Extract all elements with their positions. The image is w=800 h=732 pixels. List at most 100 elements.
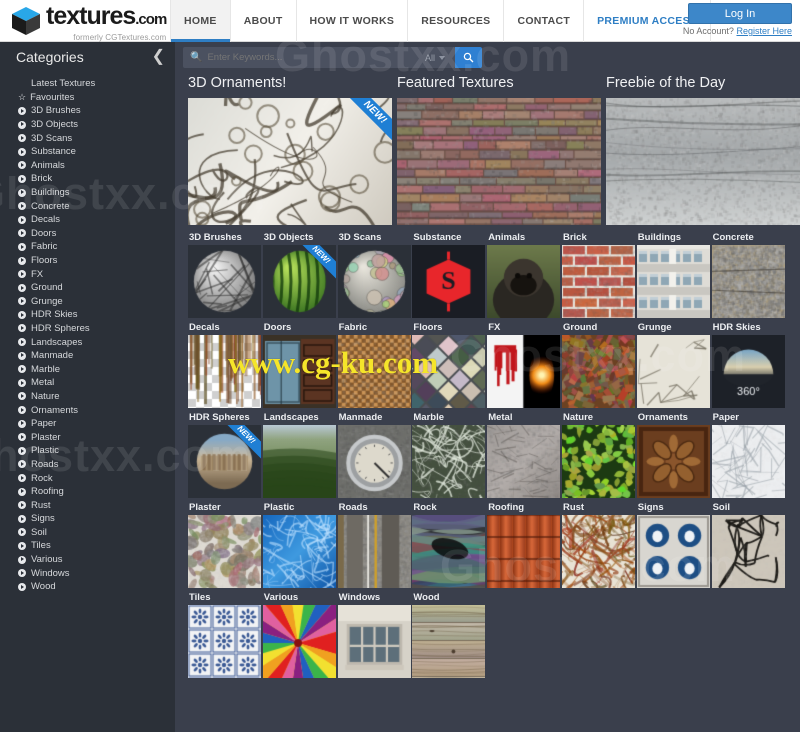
category-tile-image[interactable] [637, 335, 710, 408]
category-tile[interactable]: Various [263, 591, 337, 678]
category-tile-image[interactable] [412, 515, 485, 588]
category-tile[interactable]: HDR Skies [712, 321, 786, 408]
category-tile-image[interactable] [338, 245, 411, 318]
category-tile[interactable]: Soil [712, 501, 786, 588]
sidebar-item-doors[interactable]: Doors [0, 227, 175, 241]
sidebar-item-ground[interactable]: Ground [0, 281, 175, 295]
category-tile-image[interactable] [263, 425, 336, 498]
category-tile[interactable]: Signs [637, 501, 711, 588]
category-tile[interactable]: Doors [263, 321, 337, 408]
feature-image[interactable] [606, 98, 800, 225]
category-tile-image[interactable] [712, 425, 785, 498]
category-tile[interactable]: Concrete [712, 231, 786, 318]
sidebar-item-landscapes[interactable]: Landscapes [0, 335, 175, 349]
category-tile[interactable]: Plastic [263, 501, 337, 588]
category-tile[interactable]: Metal [487, 411, 561, 498]
category-tile[interactable]: Ground [562, 321, 636, 408]
category-tile[interactable]: Animals [487, 231, 561, 318]
category-tile[interactable]: Plaster [188, 501, 262, 588]
category-tile-image[interactable] [412, 425, 485, 498]
category-tile[interactable]: Landscapes [263, 411, 337, 498]
sidebar-item-3d-brushes[interactable]: 3D Brushes [0, 104, 175, 118]
category-tile-image[interactable] [188, 605, 261, 678]
category-tile-image[interactable] [562, 335, 635, 408]
sidebar-item-rock[interactable]: Rock [0, 471, 175, 485]
category-tile-image[interactable] [263, 335, 336, 408]
category-tile[interactable]: Paper [712, 411, 786, 498]
category-tile[interactable]: Decals [188, 321, 262, 408]
sidebar-item-plastic[interactable]: Plastic [0, 444, 175, 458]
feature-banner[interactable]: Featured Textures [397, 72, 601, 225]
category-tile-image[interactable] [412, 605, 485, 678]
category-tile[interactable]: Marble [412, 411, 486, 498]
sidebar-item-hdr-skies[interactable]: HDR Skies [0, 308, 175, 322]
category-tile-image[interactable]: NEW! [188, 425, 261, 498]
category-tile-image[interactable] [338, 335, 411, 408]
sidebar-item-various[interactable]: Various [0, 553, 175, 567]
category-tile[interactable]: Nature [562, 411, 636, 498]
search-input[interactable] [207, 52, 425, 63]
sidebar-item-marble[interactable]: Marble [0, 362, 175, 376]
sidebar-item-wood[interactable]: Wood [0, 580, 175, 594]
category-tile-image[interactable] [562, 515, 635, 588]
category-tile[interactable]: Ornaments [637, 411, 711, 498]
feature-banner[interactable]: 3D Ornaments!NEW! [188, 72, 392, 225]
category-tile[interactable]: Rock [412, 501, 486, 588]
category-tile[interactable]: Fabric [338, 321, 412, 408]
nav-item-about[interactable]: ABOUT [231, 0, 297, 42]
category-tile[interactable]: 3D ObjectsNEW! [263, 231, 337, 318]
sidebar-item-fabric[interactable]: Fabric [0, 240, 175, 254]
sidebar-item-fx[interactable]: FX [0, 267, 175, 281]
category-tile-image[interactable] [487, 335, 560, 408]
sidebar-item-signs[interactable]: Signs [0, 512, 175, 526]
sidebar-item-manmade[interactable]: Manmade [0, 349, 175, 363]
site-logo[interactable]: textures.com formerly CGTextures.com [10, 3, 166, 43]
category-tile[interactable]: Tiles [188, 591, 262, 678]
sidebar-item-soil[interactable]: Soil [0, 526, 175, 540]
login-button[interactable]: Log In [688, 3, 792, 24]
sidebar-item-favourites[interactable]: ☆Favourites [0, 91, 175, 105]
category-tile-image[interactable] [637, 515, 710, 588]
chevron-down-icon[interactable] [439, 56, 445, 60]
category-tile[interactable]: Manmade [338, 411, 412, 498]
category-tile-image[interactable]: NEW! [263, 245, 336, 318]
nav-item-contact[interactable]: CONTACT [504, 0, 584, 42]
category-tile-image[interactable] [188, 245, 261, 318]
sidebar-item-concrete[interactable]: Concrete [0, 199, 175, 213]
nav-item-home[interactable]: HOME [170, 0, 231, 42]
sidebar-item-grunge[interactable]: Grunge [0, 295, 175, 309]
sidebar-item-nature[interactable]: Nature [0, 390, 175, 404]
sidebar-item-tiles[interactable]: Tiles [0, 539, 175, 553]
sidebar-item-3d-objects[interactable]: 3D Objects [0, 118, 175, 132]
category-tile[interactable]: Windows [338, 591, 412, 678]
category-tile-image[interactable] [637, 425, 710, 498]
category-tile[interactable]: Substance [412, 231, 486, 318]
category-tile[interactable]: Buildings [637, 231, 711, 318]
sidebar-item-roads[interactable]: Roads [0, 458, 175, 472]
category-tile[interactable]: FX [487, 321, 561, 408]
sidebar-item-ornaments[interactable]: Ornaments [0, 403, 175, 417]
feature-image[interactable] [397, 98, 601, 225]
category-tile-image[interactable] [412, 335, 485, 408]
feature-image[interactable]: NEW! [188, 98, 392, 225]
nav-item-how-it-works[interactable]: HOW IT WORKS [297, 0, 409, 42]
category-tile[interactable]: HDR SpheresNEW! [188, 411, 262, 498]
nav-item-resources[interactable]: RESOURCES [408, 0, 504, 42]
category-tile-image[interactable] [562, 425, 635, 498]
category-tile[interactable]: Grunge [637, 321, 711, 408]
category-tile-image[interactable] [263, 515, 336, 588]
sidebar-item-hdr-spheres[interactable]: HDR Spheres [0, 322, 175, 336]
category-tile-image[interactable] [712, 245, 785, 318]
sidebar-item-floors[interactable]: Floors [0, 254, 175, 268]
category-tile[interactable]: Roads [338, 501, 412, 588]
category-tile[interactable]: Roofing [487, 501, 561, 588]
sidebar-item-decals[interactable]: Decals [0, 213, 175, 227]
sidebar-item-paper[interactable]: Paper [0, 417, 175, 431]
category-tile-image[interactable] [712, 515, 785, 588]
category-tile[interactable]: Rust [562, 501, 636, 588]
category-tile-image[interactable] [263, 605, 336, 678]
category-tile-image[interactable] [338, 605, 411, 678]
category-tile-image[interactable] [562, 245, 635, 318]
sidebar-item-metal[interactable]: Metal [0, 376, 175, 390]
category-tile[interactable]: 3D Brushes [188, 231, 262, 318]
